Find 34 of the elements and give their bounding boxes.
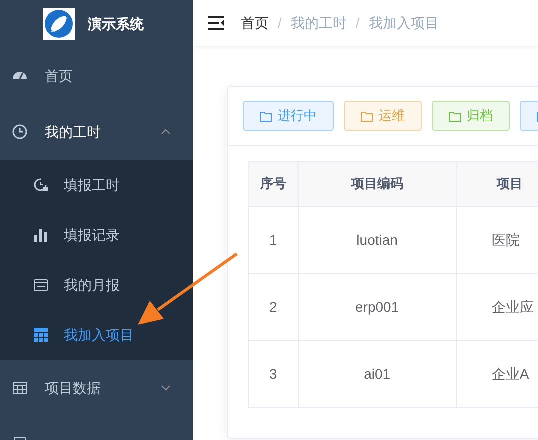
breadcrumb-separator: / [356,14,360,32]
bar-chart-icon [33,227,49,243]
menu-group[interactable]: 项目数据 [0,360,193,416]
column-header: 项目 [456,162,538,206]
table-cell: 2 [248,274,298,340]
submenu-item[interactable]: 填报工时 [0,160,193,210]
logo-icon [43,8,75,40]
column-header: 序号 [248,162,298,206]
table-cell: 3 [248,340,298,408]
folder-icon [449,110,461,122]
table-cell: ai01 [298,340,456,408]
menu-group[interactable]: 我的工时 [0,104,193,160]
folder-icon [260,110,272,122]
table-icon [12,380,28,396]
submenu-item[interactable]: 我的月报 [0,260,193,310]
menu-item[interactable]: 首页 [0,48,193,104]
submenu-item[interactable]: 我加入项目 [0,310,193,360]
chevron-icon [161,385,171,391]
table-cell: luotian [298,206,456,274]
grid-icon [33,327,49,343]
logo-title: 演示系统 [88,14,144,34]
breadcrumb-current: 我加入项目 [368,14,439,32]
table-cell: erp001 [298,274,456,340]
submenu-item[interactable]: 填报记录 [0,210,193,260]
breadcrumb-link[interactable]: 首页 [241,12,269,34]
menu-fold-icon[interactable] [208,16,225,30]
clock-icon [12,124,28,140]
chevron-icon [161,129,171,135]
table-cell: 1 [248,206,298,274]
breadcrumb-separator: / [278,14,282,32]
calendar-icon [33,277,49,293]
column-header: 项目编码 [298,162,456,206]
history-icon [33,177,49,193]
folder-icon [361,110,373,122]
